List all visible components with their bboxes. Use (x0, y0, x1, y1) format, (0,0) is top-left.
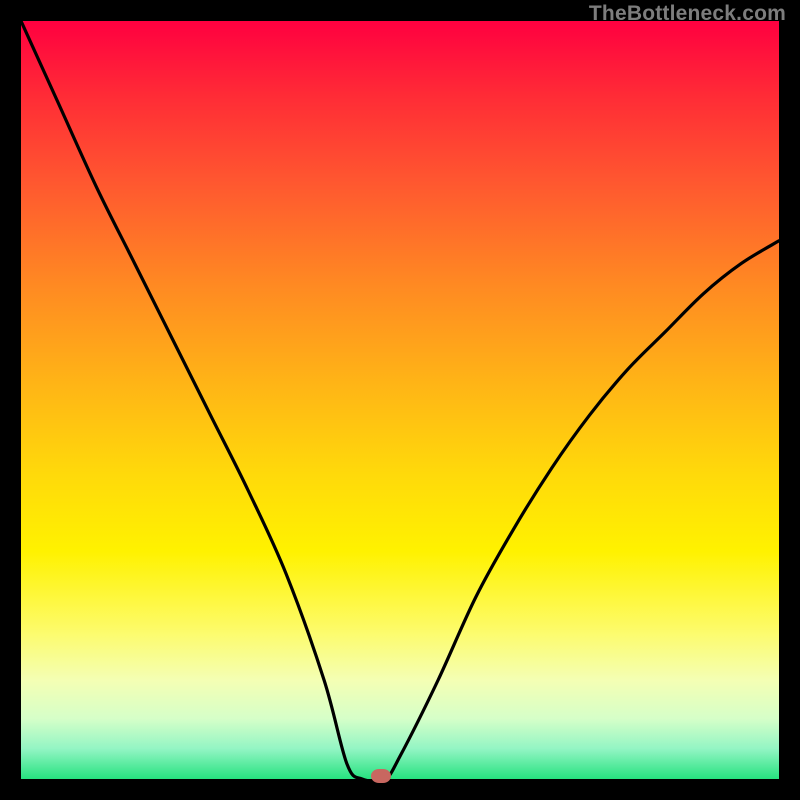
watermark-text: TheBottleneck.com (589, 2, 786, 26)
chart-frame: TheBottleneck.com (0, 0, 800, 800)
bottleneck-curve-svg (21, 21, 779, 779)
optimum-marker (371, 769, 391, 783)
bottleneck-curve-path (21, 21, 779, 779)
